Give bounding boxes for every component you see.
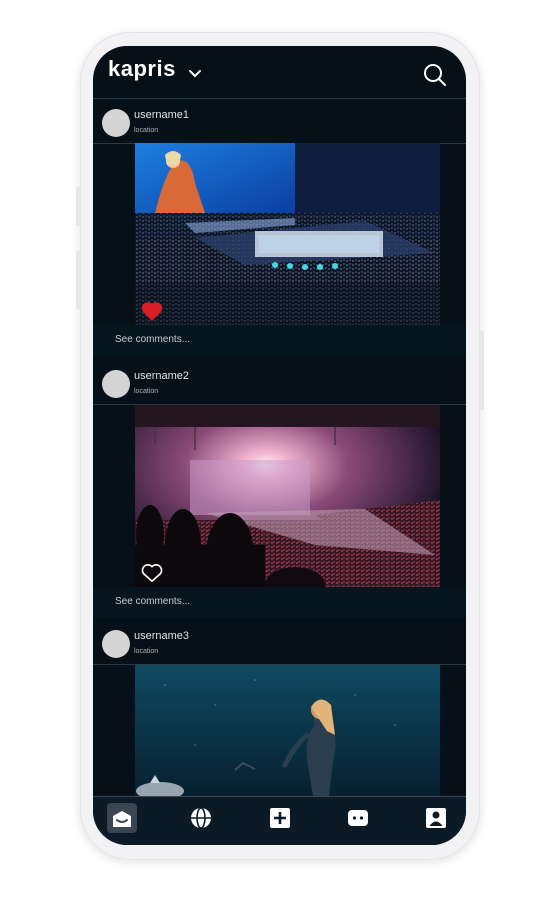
phone-side-button bbox=[76, 186, 80, 226]
comments-section: See comments... bbox=[93, 325, 466, 356]
location: location bbox=[134, 648, 159, 655]
heart-icon[interactable] bbox=[141, 301, 163, 321]
heart-icon[interactable] bbox=[141, 563, 163, 583]
home-icon bbox=[113, 811, 131, 827]
avatar[interactable] bbox=[102, 630, 130, 658]
avatar[interactable] bbox=[102, 370, 130, 398]
avatar[interactable] bbox=[102, 109, 130, 137]
app-logo[interactable]: kapris bbox=[108, 56, 176, 82]
username[interactable]: username3 bbox=[134, 630, 189, 642]
chat-icon bbox=[348, 810, 368, 826]
phone-side-button bbox=[480, 330, 484, 410]
location: location bbox=[134, 388, 159, 395]
username[interactable]: username2 bbox=[134, 370, 189, 382]
location: location bbox=[134, 127, 159, 134]
comments-section: See comments... bbox=[93, 587, 466, 618]
app-screen: kapris username1 location See comments..… bbox=[93, 46, 466, 845]
profile-icon bbox=[426, 808, 446, 828]
see-comments-link[interactable]: See comments... bbox=[115, 596, 190, 607]
top-bar: kapris bbox=[93, 46, 466, 99]
add-icon bbox=[270, 808, 290, 828]
post-header: username3 location bbox=[93, 622, 466, 665]
nav-profile[interactable] bbox=[421, 803, 451, 833]
nav-messages[interactable] bbox=[343, 803, 373, 833]
nav-add[interactable] bbox=[265, 803, 295, 833]
post-header: username1 location bbox=[93, 101, 466, 144]
chevron-down-icon[interactable] bbox=[188, 66, 202, 84]
search-icon[interactable] bbox=[423, 63, 447, 92]
username[interactable]: username1 bbox=[134, 109, 189, 121]
nav-home[interactable] bbox=[107, 803, 137, 833]
globe-icon bbox=[191, 807, 211, 829]
post-header: username2 location bbox=[93, 362, 466, 405]
phone-side-button bbox=[76, 250, 80, 310]
post-photo[interactable] bbox=[135, 665, 440, 796]
post-photo[interactable] bbox=[135, 405, 440, 588]
post-photo[interactable] bbox=[135, 143, 440, 326]
see-comments-link[interactable]: See comments... bbox=[115, 334, 190, 345]
bottom-nav bbox=[93, 796, 466, 845]
nav-explore[interactable] bbox=[186, 803, 216, 833]
